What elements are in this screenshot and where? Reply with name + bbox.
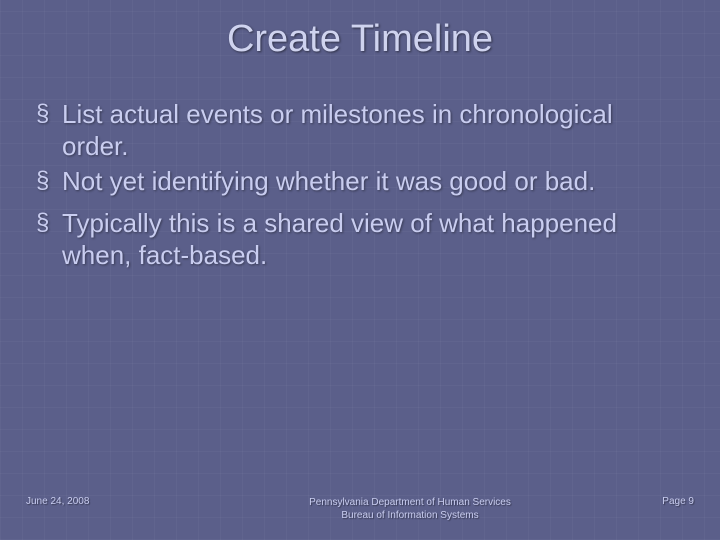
footer-org-line2: Bureau of Information Systems (341, 510, 478, 521)
list-item: Typically this is a shared view of what … (36, 208, 686, 271)
list-item: List actual events or milestones in chro… (36, 99, 686, 162)
footer-page: Page 9 (614, 496, 694, 507)
bullet-list: List actual events or milestones in chro… (36, 99, 686, 272)
footer-date: June 24, 2008 (26, 496, 206, 507)
footer-org: Pennsylvania Department of Human Service… (206, 496, 614, 522)
slide-footer: June 24, 2008 Pennsylvania Department of… (0, 496, 720, 522)
slide-body: List actual events or milestones in chro… (0, 61, 720, 272)
slide-title: Create Timeline (0, 0, 720, 61)
footer-org-line1: Pennsylvania Department of Human Service… (309, 497, 511, 508)
list-item: Not yet identifying whether it was good … (36, 166, 686, 198)
